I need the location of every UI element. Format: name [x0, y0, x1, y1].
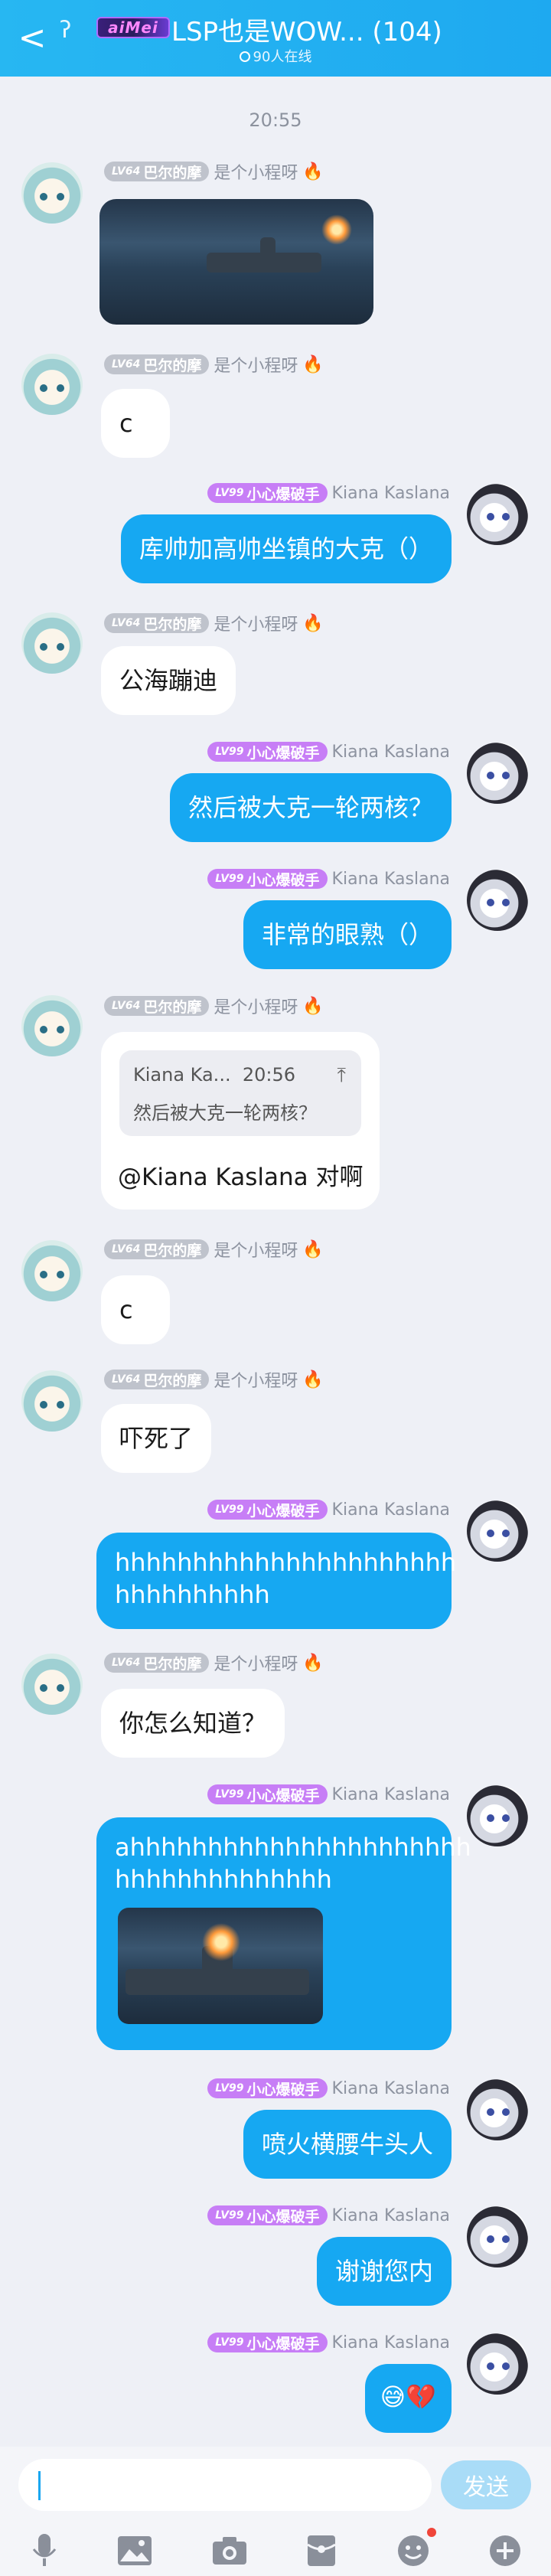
message-input[interactable] [18, 2459, 432, 2511]
sender-row: LV99 小心爆破手 Kiana Kaslana [207, 2332, 450, 2353]
emoji-icon[interactable] [395, 2528, 436, 2569]
sender-row: LV64 巴尔的摩 是个小程呀 🔥 [104, 995, 324, 1017]
sender-name: Kiana Kaslana [331, 483, 450, 503]
sender-name: Kiana Kaslana [331, 1784, 450, 1804]
avatar[interactable] [467, 1785, 528, 1846]
level-badge: LV64 巴尔的摩 [104, 1239, 210, 1259]
level-badge: LV64 巴尔的摩 [104, 1370, 210, 1389]
image-icon[interactable] [116, 2532, 153, 2569]
avatar[interactable] [467, 484, 528, 545]
sender-name: Kiana Kaslana [331, 2333, 450, 2352]
sender-name: 是个小程呀 [214, 1242, 298, 1261]
sender-name: 是个小程呀 [214, 164, 298, 183]
input-bar: 发送 [0, 2447, 551, 2576]
fire-icon: 🔥 [302, 1653, 324, 1673]
emoji-bubble[interactable]: 😅💔 [364, 2364, 452, 2433]
message-bubble[interactable]: 库帅加高帅坐镇的大克（） [120, 514, 452, 583]
level-badge: LV64 巴尔的摩 [104, 1653, 210, 1673]
avatar[interactable] [21, 1654, 83, 1715]
sender-row: LV64 巴尔的摩 是个小程呀 🔥 [104, 612, 324, 635]
avatar[interactable] [21, 1240, 83, 1301]
message-bubble[interactable]: hhhhhhhhhhhhhhhhhhhhhh hhhhhhhhhh [96, 1533, 456, 1629]
message-bubble[interactable]: c [101, 1275, 170, 1344]
sender-row: LV64 巴尔的摩 是个小程呀 🔥 [104, 161, 324, 183]
sender-row: LV99 小心爆破手 Kiana Kaslana [207, 741, 450, 762]
notification-dot [427, 2528, 436, 2537]
level-badge: LV64 巴尔的摩 [104, 996, 210, 1016]
warship-screenshot[interactable] [118, 1908, 323, 2024]
avatar[interactable] [467, 870, 528, 931]
avatar[interactable] [21, 612, 83, 674]
sender-row: LV64 巴尔的摩 是个小程呀 🔥 [104, 1369, 324, 1391]
sender-name: Kiana Kaslana [331, 1500, 450, 1520]
send-button[interactable]: 发送 [441, 2460, 531, 2509]
message-bubble[interactable]: 谢谢您内 [316, 2237, 452, 2306]
sender-row: LV99 小心爆破手 Kiana Kaslana [207, 1784, 450, 1805]
jump-up-icon[interactable]: ⤒ [337, 1064, 347, 1088]
fire-icon: 🔥 [302, 162, 324, 181]
fire-icon: 🔥 [302, 1239, 324, 1259]
avatar[interactable] [467, 1500, 528, 1562]
level-badge: LV99 小心爆破手 [207, 742, 328, 762]
message-bubble[interactable]: 然后被大克一轮两核？ [169, 773, 452, 842]
level-badge: LV99 小心爆破手 [207, 2078, 328, 2098]
sender-name: 是个小程呀 [214, 998, 298, 1017]
sender-name: Kiana Kaslana [331, 869, 450, 889]
camera-icon[interactable] [211, 2532, 248, 2569]
avatar[interactable] [467, 743, 528, 804]
level-badge: LV99 小心爆破手 [207, 2333, 328, 2352]
message-bubble[interactable]: 吓死了 [101, 1404, 212, 1473]
quote-header: Kiana Ka... 20:56 [133, 1064, 296, 1086]
level-badge: LV64 巴尔的摩 [104, 162, 210, 181]
level-badge: LV99 小心爆破手 [207, 2205, 328, 2225]
level-badge: LV99 小心爆破手 [207, 869, 328, 889]
avatar[interactable] [21, 354, 83, 415]
level-badge: LV99 小心爆破手 [207, 1784, 328, 1804]
message-item: LV99 小心爆破手 Kiana Kaslana ahhhhhhhhhhhhhhh… [0, 0, 551, 2050]
avatar[interactable] [21, 1370, 83, 1432]
sender-row: LV99 小心爆破手 Kiana Kaslana [207, 2078, 450, 2099]
avatar[interactable] [467, 2333, 528, 2395]
fire-icon: 🔥 [302, 354, 324, 374]
sender-row: LV99 小心爆破手 Kiana Kaslana [207, 868, 450, 890]
level-badge: LV64 巴尔的摩 [104, 613, 210, 633]
avatar[interactable] [467, 2079, 528, 2140]
sender-row: LV99 小心爆破手 Kiana Kaslana [207, 2205, 450, 2226]
quoted-message[interactable]: Kiana Ka... 20:56 ⤒ 然后被大克一轮两核？ [119, 1050, 361, 1136]
message-bubble[interactable]: c [101, 389, 170, 458]
sender-row: LV99 小心爆破手 Kiana Kaslana [207, 482, 450, 504]
level-badge: LV99 小心爆破手 [207, 1500, 328, 1520]
sender-name: 是个小程呀 [214, 1655, 298, 1674]
sender-name: Kiana Kaslana [331, 2205, 450, 2225]
fire-icon: 🔥 [302, 613, 324, 633]
quote-text: 然后被大克一轮两核？ [133, 1102, 317, 1124]
reply-text: @Kiana Kaslana 对啊 [118, 1164, 364, 1191]
sender-row: LV99 小心爆破手 Kiana Kaslana [207, 1499, 450, 1520]
mic-icon[interactable] [26, 2532, 63, 2569]
avatar[interactable] [467, 2206, 528, 2267]
plus-icon[interactable] [487, 2532, 523, 2569]
message-bubble[interactable]: 非常的眼熟（） [243, 900, 452, 969]
level-badge: LV99 小心爆破手 [207, 483, 328, 503]
message-bubble[interactable]: 喷火横腰牛头人 [243, 2110, 452, 2179]
red-packet-icon[interactable] [303, 2532, 340, 2569]
warship-screenshot[interactable] [99, 199, 373, 325]
fire-icon: 🔥 [302, 996, 324, 1016]
sender-row: LV64 巴尔的摩 是个小程呀 🔥 [104, 354, 324, 376]
sender-name: 是个小程呀 [214, 1372, 298, 1391]
sender-row: LV64 巴尔的摩 是个小程呀 🔥 [104, 1239, 324, 1261]
sender-name: 是个小程呀 [214, 615, 298, 635]
level-badge: LV64 巴尔的摩 [104, 354, 210, 374]
sender-name: 是个小程呀 [214, 357, 298, 376]
message-bubble[interactable]: 公海蹦迪 [101, 646, 236, 715]
fire-icon: 🔥 [302, 1370, 324, 1389]
sender-row: LV64 巴尔的摩 是个小程呀 🔥 [104, 1652, 324, 1674]
avatar[interactable] [21, 995, 83, 1056]
sender-name: Kiana Kaslana [331, 2078, 450, 2098]
message-bubble[interactable]: 你怎么知道？ [101, 1689, 285, 1758]
text-cursor [38, 2471, 41, 2500]
sender-name: Kiana Kaslana [331, 742, 450, 762]
avatar[interactable] [21, 162, 83, 224]
